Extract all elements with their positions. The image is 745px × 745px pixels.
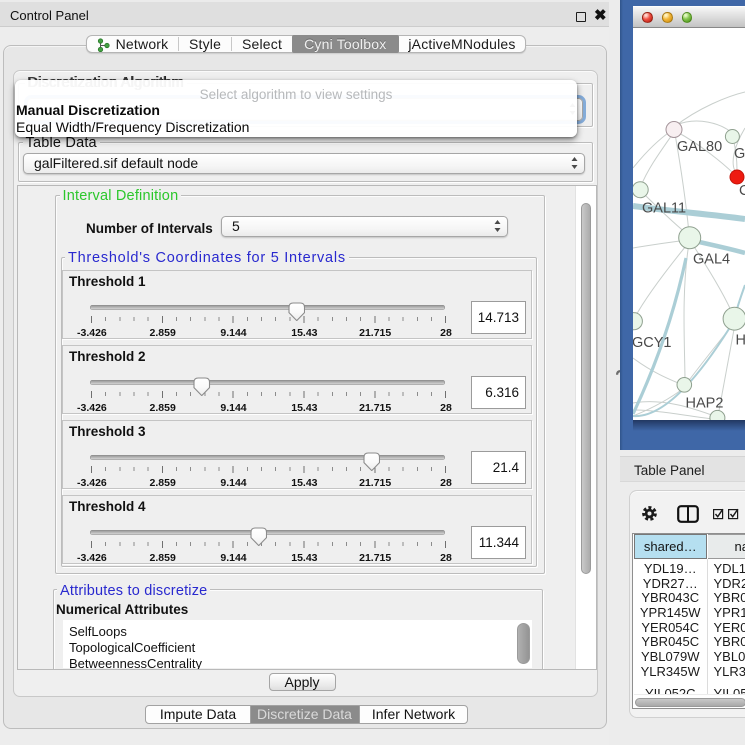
svg-text:GAL11: GAL11 xyxy=(642,200,686,216)
svg-text:HA: HA xyxy=(736,332,745,348)
svg-text:C: C xyxy=(739,183,745,199)
svg-text:GA: GA xyxy=(734,146,745,162)
svg-text:GCY1: GCY1 xyxy=(633,335,672,351)
svg-text:GAL4: GAL4 xyxy=(693,251,730,267)
svg-text:GAL80: GAL80 xyxy=(677,139,722,155)
svg-text:HAP2: HAP2 xyxy=(686,395,724,411)
